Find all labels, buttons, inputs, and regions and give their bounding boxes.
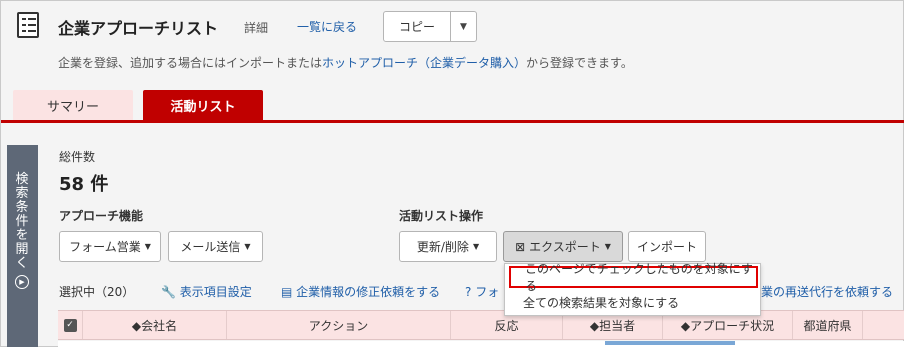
description: 企業を登録、追加する場合にはインポートまたはホットアプローチ（企業データ購入）か… xyxy=(58,54,633,71)
page-title-sub: 詳細 xyxy=(244,21,269,35)
correction-request-label: 企業情報の修正依頼をする xyxy=(296,285,441,299)
building-icon: ▤ xyxy=(281,285,293,299)
list-icon xyxy=(17,12,39,38)
activity-ops-label: 活動リスト操作 xyxy=(399,209,484,223)
tab-underline xyxy=(1,120,904,123)
form-sales-label: フォーム営業 xyxy=(69,240,141,254)
mail-send-button[interactable]: メール送信 ▼ xyxy=(168,231,263,262)
update-delete-button[interactable]: 更新/削除 ▼ xyxy=(399,231,497,262)
chevron-down-icon: ▼ xyxy=(144,242,151,251)
form-help-link[interactable]: ? フォ xyxy=(465,283,499,300)
total-count-value: 58 件 xyxy=(59,174,109,195)
column-company[interactable]: ◆会社名 xyxy=(83,311,227,339)
export-label: エクスポート xyxy=(529,240,601,254)
description-text-post: から登録できます。 xyxy=(526,56,633,70)
select-all-checkbox[interactable]: ✓ xyxy=(63,318,77,332)
selected-count: 選択中（20） xyxy=(59,285,135,299)
import-button[interactable]: インポート xyxy=(628,231,706,262)
question-icon: ? xyxy=(465,285,472,299)
table-header: ✓ ◆会社名 アクション 反応 ◆担当者 ◆アプローチ状況 都道府県 xyxy=(58,310,904,340)
display-settings-label: 表示項目設定 xyxy=(179,285,252,299)
chevron-down-icon: ▼ xyxy=(604,242,611,251)
copy-button-group: コピー ▼ xyxy=(383,11,477,42)
column-action[interactable]: アクション xyxy=(227,311,451,339)
description-text-pre: 企業を登録、追加する場合にはインポートまたは xyxy=(58,56,323,70)
chevron-right-circle-icon: ▶ xyxy=(15,275,29,289)
wrench-icon: 🔧 xyxy=(161,285,176,299)
hot-approach-link[interactable]: ホットアプローチ（企業データ購入） xyxy=(322,56,526,70)
resend-request-link[interactable]: 業の再送代行を依頼する xyxy=(761,283,893,300)
export-button[interactable]: ⊠ エクスポート ▼ xyxy=(503,231,623,262)
copy-button[interactable]: コピー xyxy=(383,11,451,42)
page-title: 企業アプローチリスト xyxy=(58,19,219,38)
export-all-results-option[interactable]: 全ての検索結果を対象にする xyxy=(505,291,760,313)
tab-activity-list[interactable]: 活動リスト xyxy=(143,90,263,121)
display-settings-link[interactable]: 🔧 表示項目設定 xyxy=(161,283,252,300)
mail-send-label: メール送信 xyxy=(180,240,241,254)
table-row[interactable] xyxy=(58,341,904,347)
export-dropdown-menu: このページでチェックしたものを対象にする 全ての検索結果を対象にする xyxy=(504,262,761,316)
update-delete-label: 更新/削除 xyxy=(416,240,469,254)
chevron-down-icon: ▼ xyxy=(244,242,251,251)
chevron-down-icon: ▼ xyxy=(472,242,480,251)
app-window: 企業アプローチリスト 詳細 一覧に戻る コピー ▼ 企業を登録、追加する場合には… xyxy=(0,0,904,347)
search-conditions-panel-toggle[interactable]: 検索条件を開く ▶ xyxy=(7,145,38,347)
column-prefecture[interactable]: 都道府県 xyxy=(793,311,863,339)
correction-request-link[interactable]: ▤ 企業情報の修正依頼をする xyxy=(281,283,440,300)
tab-summary[interactable]: サマリー xyxy=(13,90,133,121)
search-conditions-label: 検索条件を開く xyxy=(15,172,29,271)
export-checked-on-page-option[interactable]: このページでチェックしたものを対象にする xyxy=(509,262,758,293)
total-count-label: 総件数 xyxy=(59,150,96,164)
copy-dropdown-caret[interactable]: ▼ xyxy=(451,11,477,42)
approach-functions-label: アプローチ機能 xyxy=(59,209,144,223)
status-indicator xyxy=(605,341,735,345)
select-all-checkbox-cell: ✓ xyxy=(58,311,83,339)
form-sales-button[interactable]: フォーム営業 ▼ xyxy=(59,231,161,262)
excel-icon: ⊠ xyxy=(515,239,526,254)
back-to-list-link[interactable]: 一覧に戻る xyxy=(297,18,357,35)
form-help-label: フォ xyxy=(475,285,500,299)
